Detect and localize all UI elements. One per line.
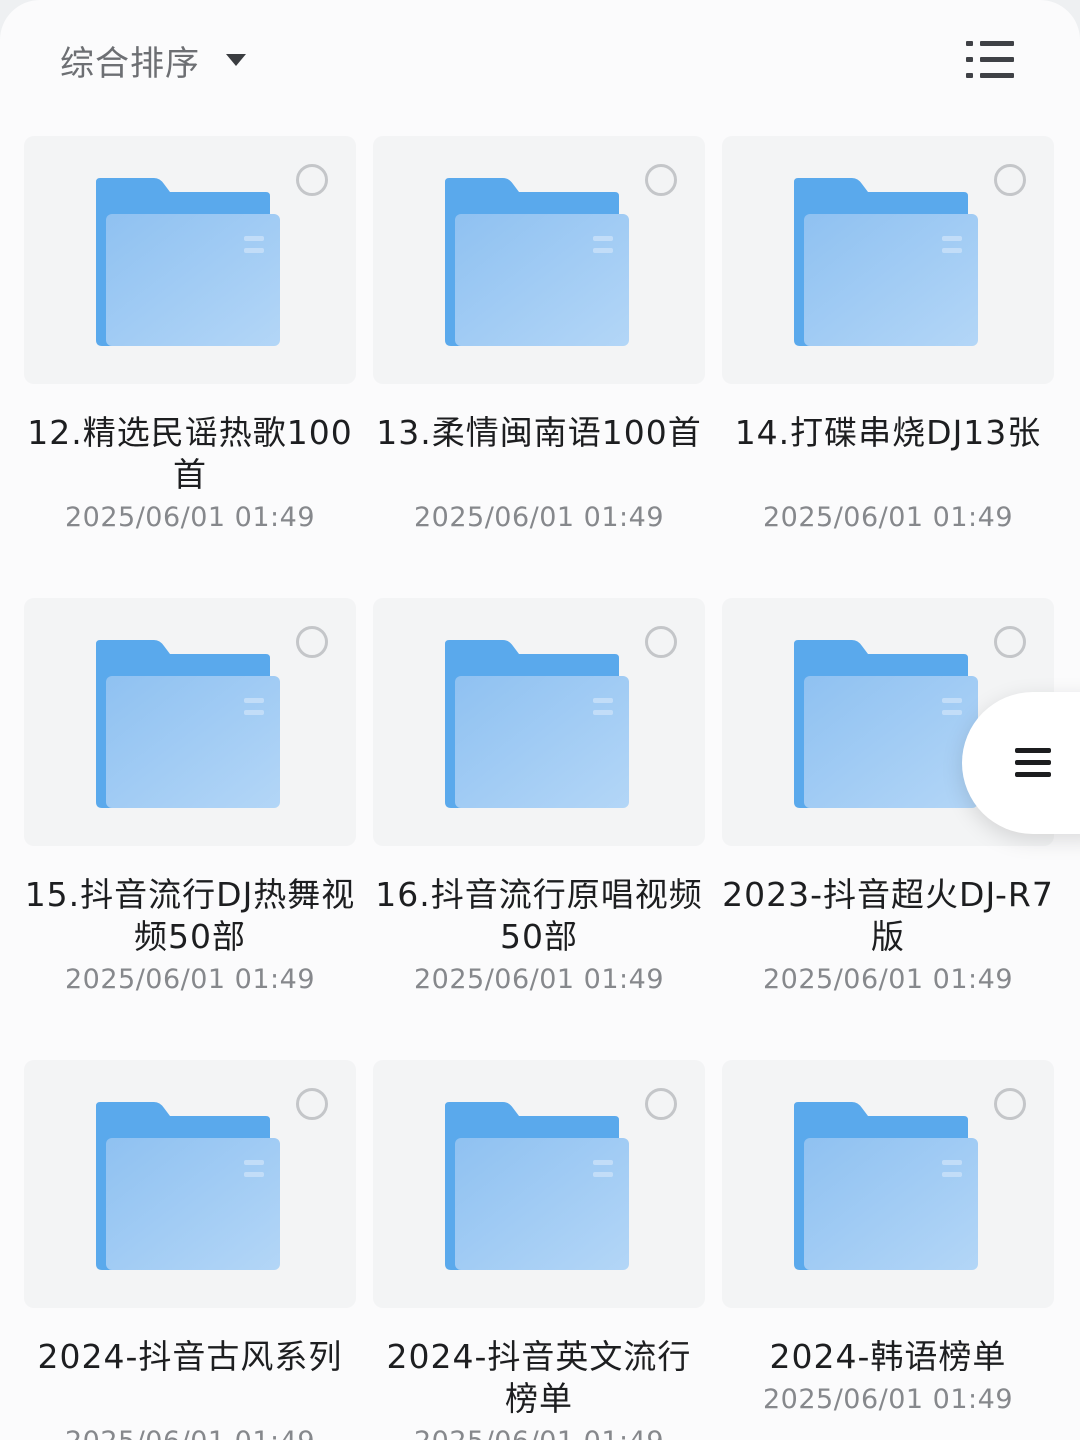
caret-down-icon (226, 54, 246, 66)
folder-thumbnail (722, 136, 1054, 384)
folder-thumbnail (722, 1060, 1054, 1308)
folder-name: 15.抖音流行DJ热舞视频50部 (24, 875, 356, 956)
folder-tile[interactable]: 2024-抖音古风系列 2025/06/01 01:49 (24, 1060, 356, 1440)
folder-name: 2024-抖音古风系列 (37, 1337, 343, 1376)
folder-thumbnail (373, 598, 705, 846)
folder-tile[interactable]: 2024-抖音英文流行榜单 2025/06/01 01:49 (373, 1060, 705, 1440)
folder-date: 2025/06/01 01:49 (762, 1384, 1013, 1415)
folder-name: 2024-韩语榜单 (769, 1337, 1007, 1376)
folder-date: 2025/06/01 01:49 (762, 502, 1013, 533)
select-checkbox[interactable] (296, 164, 328, 196)
folder-thumbnail (24, 598, 356, 846)
folder-date: 2025/06/01 01:49 (413, 964, 664, 995)
list-view-button[interactable] (964, 38, 1018, 82)
toolbar: 综合排序 (0, 0, 1080, 120)
folder-name: 14.打碟串烧DJ13张 (734, 413, 1042, 452)
folder-thumbnail (24, 1060, 356, 1308)
folder-tile[interactable]: 13.柔情闽南语100首 2025/06/01 01:49 (373, 136, 705, 556)
folder-date: 2025/06/01 01:49 (24, 1426, 356, 1440)
folder-date: 2025/06/01 01:49 (64, 964, 315, 995)
sort-label: 综合排序 (60, 43, 200, 84)
select-checkbox[interactable] (994, 164, 1026, 196)
file-browser-sheet: 综合排序 12.精选民谣热歌100首 2025/06/01 01:49 13.柔… (0, 0, 1080, 1440)
folder-name: 2023-抖音超火DJ-R7版 (722, 875, 1054, 956)
folder-icon (96, 178, 280, 346)
folder-thumbnail (373, 1060, 705, 1308)
folder-tile[interactable]: 15.抖音流行DJ热舞视频50部 2025/06/01 01:49 (24, 598, 356, 1018)
folder-tile[interactable]: 2024-韩语榜单 2025/06/01 01:49 (722, 1060, 1054, 1440)
folder-date: 2025/06/01 01:49 (413, 502, 664, 533)
folder-icon (445, 1102, 629, 1270)
select-checkbox[interactable] (296, 1088, 328, 1120)
select-checkbox[interactable] (645, 164, 677, 196)
folder-name: 16.抖音流行原唱视频50部 (375, 875, 703, 956)
folder-icon (445, 640, 629, 808)
folder-date: 2025/06/01 01:49 (64, 502, 315, 533)
folder-icon (96, 1102, 280, 1270)
list-view-icon (966, 41, 1014, 78)
sort-dropdown[interactable]: 综合排序 (60, 34, 246, 86)
folder-icon (794, 1102, 978, 1270)
select-checkbox[interactable] (994, 1088, 1026, 1120)
folder-icon (794, 178, 978, 346)
folder-tile[interactable]: 14.打碟串烧DJ13张 2025/06/01 01:49 (722, 136, 1054, 556)
folder-tile[interactable]: 12.精选民谣热歌100首 2025/06/01 01:49 (24, 136, 356, 556)
folder-icon (445, 178, 629, 346)
folder-name: 13.柔情闽南语100首 (376, 413, 702, 452)
folder-thumbnail (24, 136, 356, 384)
select-checkbox[interactable] (645, 1088, 677, 1120)
folder-icon (96, 640, 280, 808)
folder-date: 2025/06/01 01:49 (762, 964, 1013, 995)
folder-name: 12.精选民谣热歌100首 (27, 413, 353, 494)
folder-name: 2024-抖音英文流行榜单 (386, 1337, 692, 1418)
folder-tile[interactable]: 16.抖音流行原唱视频50部 2025/06/01 01:49 (373, 598, 705, 1018)
menu-icon (1015, 748, 1051, 777)
folder-date: 2025/06/01 01:49 (373, 1426, 705, 1440)
select-checkbox[interactable] (296, 626, 328, 658)
select-checkbox[interactable] (994, 626, 1026, 658)
select-checkbox[interactable] (645, 626, 677, 658)
folder-thumbnail (373, 136, 705, 384)
folder-icon (794, 640, 978, 808)
